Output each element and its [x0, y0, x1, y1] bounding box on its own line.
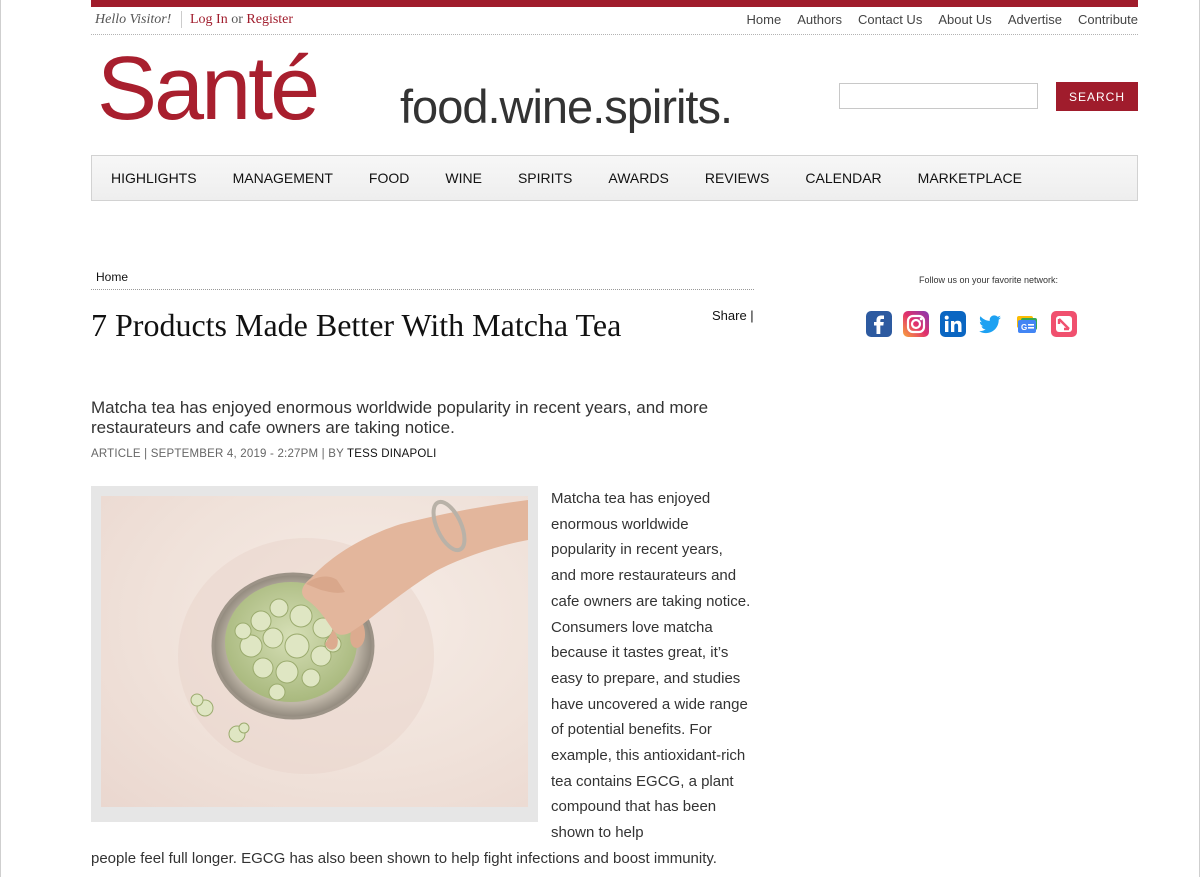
follow-us-label: Follow us on your favorite network:: [918, 275, 1059, 285]
nav-item-highlights[interactable]: HIGHLIGHTS: [92, 170, 215, 186]
search-button[interactable]: SEARCH: [1056, 82, 1138, 111]
window-border-left: [0, 0, 1, 877]
site-logo[interactable]: Santé food.wine.spirits.: [97, 34, 837, 144]
twitter-icon[interactable]: [977, 311, 1003, 337]
utility-link-contribute[interactable]: Contribute: [1078, 12, 1138, 27]
author-link[interactable]: TESS DINAPOLI: [347, 448, 437, 460]
nav-item-food[interactable]: FOOD: [351, 170, 427, 186]
article-paragraph: Matcha tea has enjoyed enormous worldwid…: [551, 490, 751, 842]
apple-news-icon[interactable]: [1051, 311, 1077, 337]
greeting-text: Hello Visitor!: [95, 12, 172, 27]
instagram-icon[interactable]: [903, 311, 929, 337]
nav-item-marketplace[interactable]: MARKETPLACE: [900, 170, 1040, 186]
photo-illustration: [178, 499, 528, 774]
nav-item-calendar[interactable]: CALENDAR: [787, 170, 899, 186]
linkedin-icon[interactable]: [940, 311, 966, 337]
article-body-continued: people feel full longer. EGCG has also b…: [91, 850, 717, 867]
utility-link-about[interactable]: About Us: [938, 12, 991, 27]
article-subhead: Matcha tea has enjoyed enormous worldwid…: [91, 398, 709, 437]
share-link[interactable]: Share |: [712, 308, 754, 323]
article-byline: ARTICLE | SEPTEMBER 4, 2019 - 2:27PM | B…: [91, 448, 437, 460]
google-news-icon[interactable]: G: [1014, 311, 1040, 337]
main-nav: HIGHLIGHTS MANAGEMENT FOOD WINE SPIRITS …: [91, 155, 1138, 201]
article-body-wrapped: Matcha tea has enjoyed enormous worldwid…: [551, 486, 751, 846]
breadcrumb[interactable]: Home: [96, 270, 128, 284]
utility-divider: [181, 11, 182, 28]
search-input[interactable]: [839, 83, 1038, 109]
article-title: 7 Products Made Better With Matcha Tea: [91, 307, 622, 343]
top-accent-bar: [91, 0, 1138, 7]
login-link[interactable]: Log In: [190, 12, 228, 27]
utility-link-advertise[interactable]: Advertise: [1008, 12, 1062, 27]
page-container: Hello Visitor! Log In or Register Home A…: [91, 0, 1138, 877]
utility-link-authors[interactable]: Authors: [797, 12, 842, 27]
matcha-popcorn-photo: [101, 496, 528, 807]
utility-bar: Hello Visitor! Log In or Register Home A…: [91, 7, 1138, 35]
register-link[interactable]: Register: [246, 12, 293, 27]
byline-meta: ARTICLE | SEPTEMBER 4, 2019 - 2:27PM | B…: [91, 448, 344, 460]
utility-link-contact[interactable]: Contact Us: [858, 12, 922, 27]
nav-item-reviews[interactable]: REVIEWS: [687, 170, 788, 186]
nav-item-wine[interactable]: WINE: [427, 170, 500, 186]
nav-item-spirits[interactable]: SPIRITS: [500, 170, 590, 186]
facebook-icon[interactable]: [866, 311, 892, 337]
social-icons: G: [866, 311, 1077, 337]
logo-wordmark: Santé: [97, 39, 320, 139]
logo-tagline: food.wine.spirits.: [400, 80, 733, 133]
breadcrumb-divider: [91, 289, 754, 290]
auth-links: Log In or Register: [190, 12, 293, 28]
svg-text:G: G: [1021, 323, 1027, 332]
or-text: or: [231, 12, 243, 27]
utility-nav: Home Authors Contact Us About Us Adverti…: [747, 12, 1138, 27]
nav-item-awards[interactable]: AWARDS: [590, 170, 686, 186]
article-image-frame: [91, 486, 538, 822]
utility-link-home[interactable]: Home: [747, 12, 782, 27]
nav-item-management[interactable]: MANAGEMENT: [215, 170, 351, 186]
